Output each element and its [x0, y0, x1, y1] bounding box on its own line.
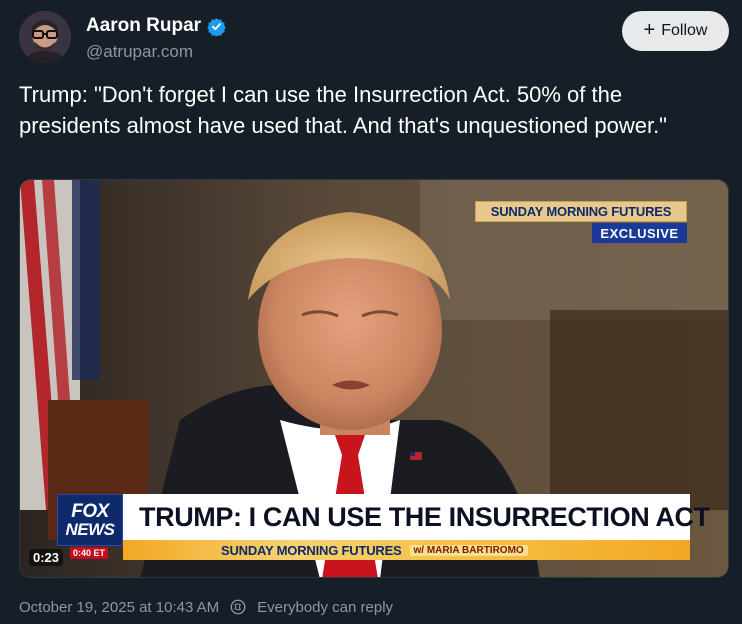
ticker-host: w/ MARIA BARTIROMO [409, 544, 528, 556]
network-line2: NEWS [65, 520, 116, 539]
follow-label: Follow [661, 22, 708, 39]
ticker-bar: SUNDAY MORNING FUTURES w/ MARIA BARTIROM… [123, 540, 690, 560]
verified-badge-icon [207, 17, 226, 36]
globe-reply-icon [230, 599, 246, 615]
exclusive-badge: EXCLUSIVE [592, 223, 687, 243]
reply-setting: Everybody can reply [257, 598, 394, 616]
tweet-footer: October 19, 2025 at 10:43 AM Everybody c… [19, 598, 393, 616]
author-name-row[interactable]: Aaron Rupar [86, 15, 226, 37]
author-handle[interactable]: @atrupar.com [86, 42, 193, 62]
broadcast-time: 0:40 ET [70, 547, 109, 559]
ticker-show: SUNDAY MORNING FUTURES [221, 542, 402, 558]
video-elapsed-time: 0:23 [29, 549, 64, 566]
avatar-image [19, 11, 71, 63]
headline-banner: TRUMP: I CAN USE THE INSURRECTION ACT [123, 494, 710, 540]
post-date[interactable]: October 19, 2025 at 10:43 AM [19, 599, 219, 616]
network-line1: FOX [71, 501, 109, 522]
show-badge: SUNDAY MORNING FUTURES [475, 201, 687, 222]
tweet-text: Trump: "Don't forget I can use the Insur… [19, 82, 667, 138]
author-name[interactable]: Aaron Rupar [86, 15, 201, 37]
fox-news-logo: FOX NEWS [57, 494, 123, 546]
plus-icon: + [643, 19, 656, 41]
avatar[interactable] [19, 11, 71, 63]
follow-button[interactable]: + Follow [622, 11, 729, 51]
